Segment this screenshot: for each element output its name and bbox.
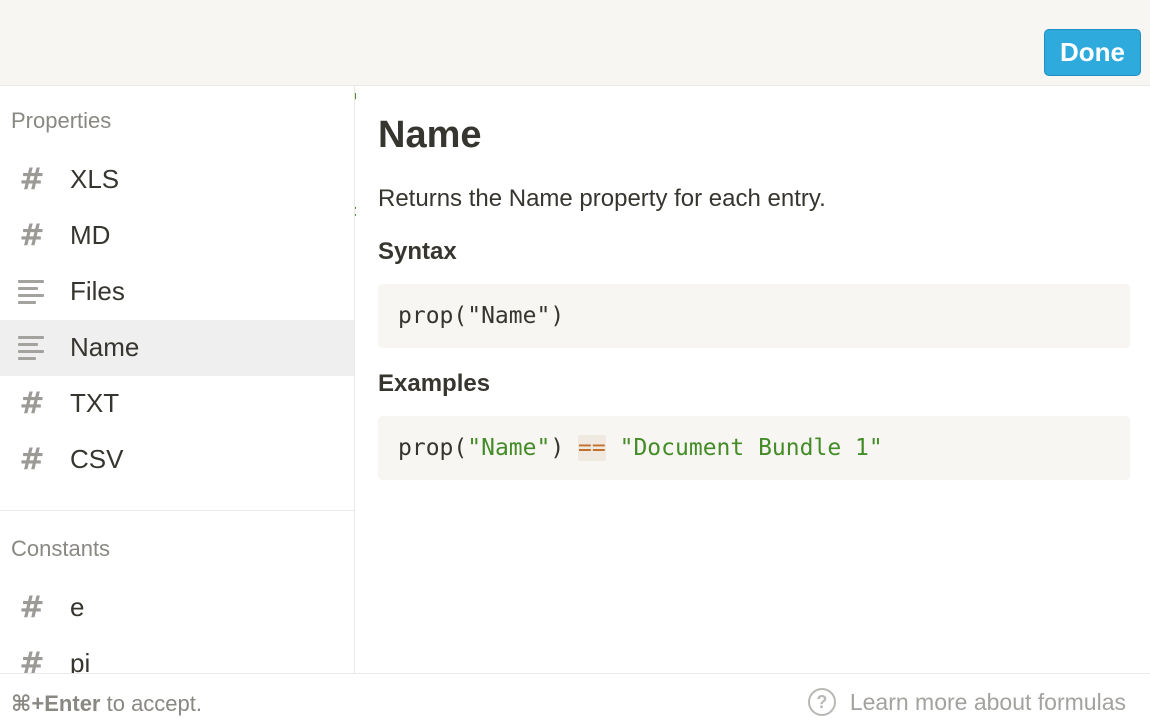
hash-icon: # bbox=[19, 386, 45, 421]
syntax-code-block: prop("Name") bbox=[378, 284, 1130, 348]
sidebar[interactable]: Properties # XLS # MD Files Name # TXT #… bbox=[0, 86, 355, 673]
done-button[interactable]: Done bbox=[1044, 29, 1141, 76]
text-lines-icon bbox=[18, 280, 46, 304]
sidebar-item-csv[interactable]: # CSV bbox=[0, 432, 354, 488]
code-token-str: "Document Bundle 1" bbox=[619, 435, 883, 461]
examples-heading: Examples bbox=[378, 370, 491, 397]
hash-icon: # bbox=[19, 646, 45, 674]
sidebar-item-label: e bbox=[70, 592, 85, 622]
code-token-str: "Name" bbox=[467, 435, 551, 461]
sidebar-item-label: Name bbox=[70, 332, 140, 362]
sidebar-item-files[interactable]: Files bbox=[0, 264, 354, 320]
sidebar-item-pi[interactable]: # pi bbox=[0, 636, 354, 674]
sidebar-item-md[interactable]: # MD bbox=[0, 208, 354, 264]
shortcut-key: ⌘+Enter bbox=[11, 691, 101, 716]
doc-title: Name bbox=[378, 114, 482, 156]
hash-icon: # bbox=[19, 162, 45, 197]
code-token-plain: prop( bbox=[398, 435, 468, 461]
formula-editor[interactable]: contains(prop("Files"), ".pdf") ? ((leng… bbox=[0, 0, 1150, 230]
accept-hint: ⌘+Enter to accept. bbox=[11, 691, 202, 717]
syntax-heading: Syntax bbox=[378, 238, 457, 265]
learn-more-label: Learn more about formulas bbox=[849, 688, 1126, 715]
sidebar-item-label: CSV bbox=[70, 444, 124, 474]
sidebar-item-name[interactable]: Name bbox=[0, 320, 354, 376]
example-code-block: prop("Name") == "Document Bundle 1" bbox=[378, 416, 1130, 480]
sidebar-item-label: Files bbox=[70, 276, 125, 306]
hash-icon: # bbox=[19, 590, 45, 625]
sidebar-item-label: TXT bbox=[70, 388, 120, 418]
hash-icon: # bbox=[19, 218, 45, 253]
sidebar-item-label: XLS bbox=[70, 164, 120, 194]
properties-section-title: Properties bbox=[11, 108, 112, 133]
help-icon: ? bbox=[807, 688, 836, 716]
sidebar-item-xls[interactable]: # XLS bbox=[0, 152, 354, 208]
documentation-pane: Name Returns the Name property for each … bbox=[356, 86, 1150, 673]
learn-more-link[interactable]: ? Learn more about formulas bbox=[807, 687, 1126, 717]
sidebar-item-txt[interactable]: # TXT bbox=[0, 376, 354, 432]
footer: ⌘+Enter to accept. ? Learn more about fo… bbox=[0, 673, 1150, 726]
sidebar-item-label: MD bbox=[70, 220, 111, 250]
section-divider bbox=[0, 510, 354, 511]
text-lines-icon bbox=[18, 336, 46, 360]
hash-icon: # bbox=[19, 442, 45, 477]
constants-section-title: Constants bbox=[11, 536, 111, 561]
accept-hint-text: to accept. bbox=[100, 691, 203, 716]
sidebar-item-label: pi bbox=[70, 648, 91, 673]
doc-description: Returns the Name property for each entry… bbox=[378, 185, 826, 212]
code-token-plain: ) bbox=[550, 435, 579, 461]
sidebar-item-e[interactable]: # e bbox=[0, 580, 354, 636]
code-token-op: == bbox=[578, 435, 606, 461]
